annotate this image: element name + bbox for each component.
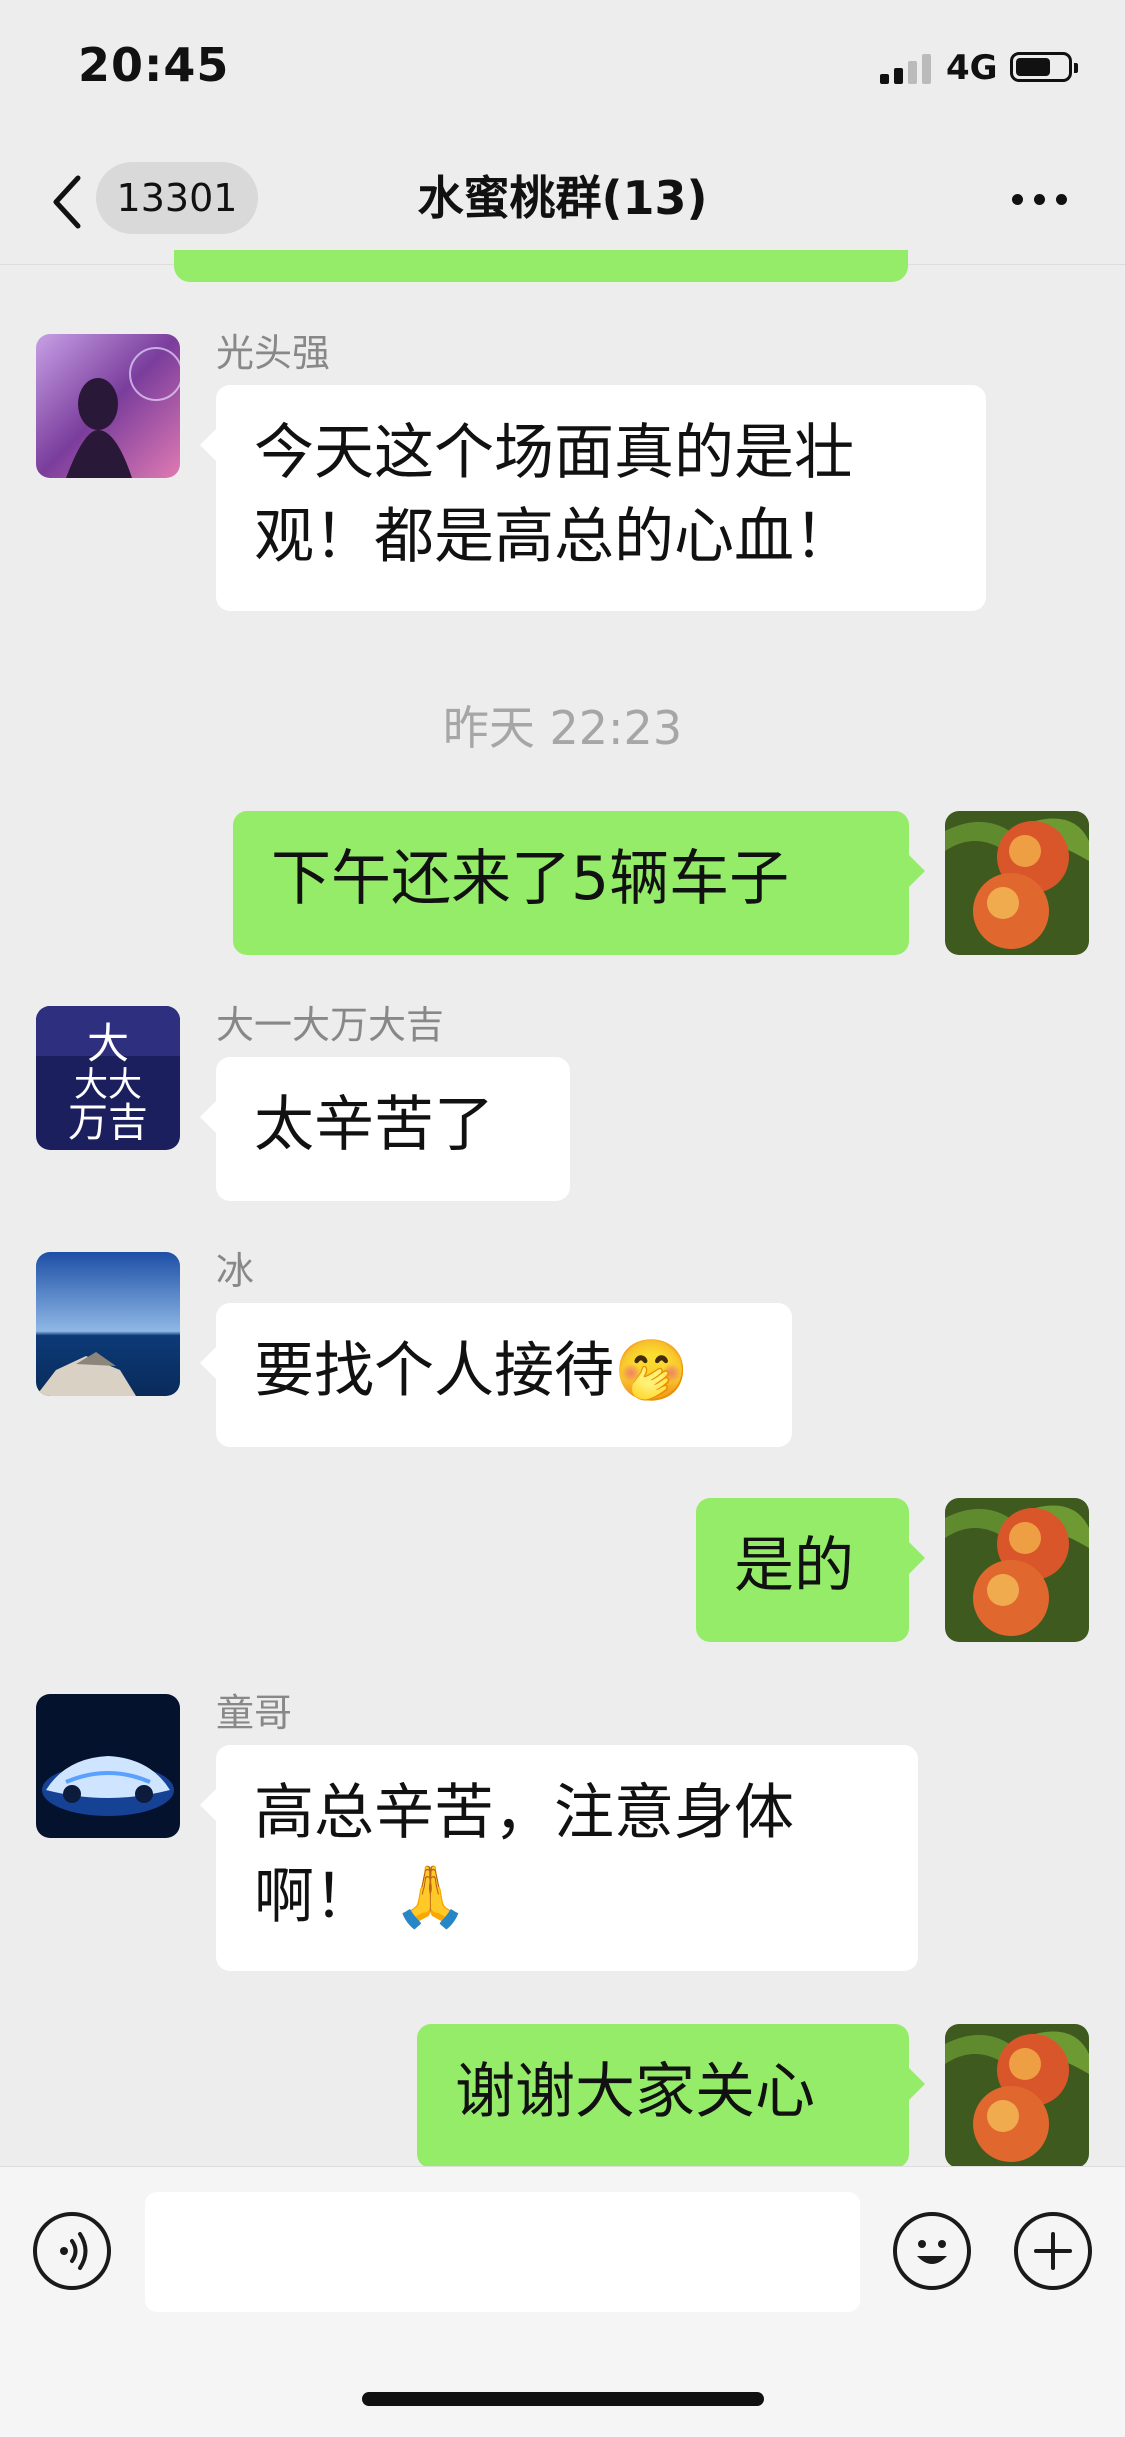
avatar-guangtouqiang[interactable] bbox=[36, 334, 180, 478]
plus-icon[interactable] bbox=[1014, 2212, 1092, 2290]
plus-icon-glyph bbox=[1034, 2232, 1072, 2270]
more-dots-icon[interactable] bbox=[1010, 182, 1070, 212]
message-timestamp: 昨天 22:23 bbox=[442, 701, 683, 755]
voice-icon-glyph bbox=[60, 2232, 88, 2270]
status-time: 20:45 bbox=[78, 38, 230, 92]
avatar-tongge[interactable] bbox=[36, 1694, 180, 1838]
peach-image bbox=[945, 811, 1089, 955]
unread-count-badge[interactable]: 13301 bbox=[96, 162, 258, 234]
portrait-image bbox=[36, 334, 180, 478]
own-message-bubble[interactable]: 下午还来了5辆车子 bbox=[233, 811, 925, 955]
emoji-icon[interactable] bbox=[893, 2212, 971, 2290]
message-bubble[interactable]: 高总辛苦，注意身体 啊！ 🙏 bbox=[200, 1745, 918, 1971]
voice-icon[interactable] bbox=[33, 2212, 111, 2290]
previous-message-bubble-partial bbox=[174, 250, 908, 282]
own-avatar-peach[interactable] bbox=[945, 1498, 1089, 1642]
avatar-sea-image bbox=[36, 1252, 180, 1396]
own-avatar-peach[interactable] bbox=[945, 811, 1089, 955]
message-line: 今天这个场面真的是壮 bbox=[254, 418, 854, 488]
signal-icon bbox=[880, 52, 934, 84]
avatar-bing[interactable] bbox=[36, 1252, 180, 1396]
network-type: 4G bbox=[946, 48, 998, 88]
sender-name: 光头强 bbox=[216, 331, 331, 375]
back-chevron-icon[interactable] bbox=[48, 172, 88, 232]
own-message-bubble[interactable]: 谢谢大家关心 bbox=[417, 2024, 925, 2168]
message-bubble[interactable]: 今天这个场面真的是壮 观！都是高总的心血！ bbox=[200, 385, 986, 611]
peach-image bbox=[945, 2024, 1089, 2168]
message-input[interactable] bbox=[145, 2192, 860, 2312]
home-indicator bbox=[362, 2392, 764, 2406]
message-line: 高总辛苦，注意身体 bbox=[254, 1778, 794, 1848]
own-avatar-peach[interactable] bbox=[945, 2024, 1089, 2168]
message-line: 观！都是高总的心血！ bbox=[254, 502, 854, 572]
avatar-dayidawandaji[interactable]: 大 大大 万吉 bbox=[36, 1006, 180, 1150]
message-line: 啊！ 🙏 bbox=[254, 1862, 468, 1932]
avatar-calligraphy-image: 大 大大 万吉 bbox=[36, 1006, 180, 1150]
emoji-icon-glyph bbox=[917, 2240, 947, 2264]
message-bubble[interactable]: 要找个人接待🤭 bbox=[200, 1303, 792, 1447]
sender-name: 童哥 bbox=[216, 1691, 293, 1735]
svg-text:大大: 大大 bbox=[74, 1065, 142, 1105]
sender-name: 大一大万大吉 bbox=[216, 1003, 445, 1047]
peach-image bbox=[945, 1498, 1089, 1642]
own-message-bubble[interactable]: 是的 bbox=[696, 1498, 925, 1642]
message-bubble[interactable]: 太辛苦了 bbox=[200, 1057, 570, 1201]
battery-icon bbox=[1010, 52, 1078, 82]
svg-text:大: 大 bbox=[87, 1019, 129, 1068]
chat-title: 水蜜桃群(13) bbox=[417, 171, 708, 225]
avatar-car-image bbox=[36, 1694, 180, 1838]
svg-text:万吉: 万吉 bbox=[68, 1100, 148, 1146]
sender-name: 冰 bbox=[216, 1249, 255, 1293]
